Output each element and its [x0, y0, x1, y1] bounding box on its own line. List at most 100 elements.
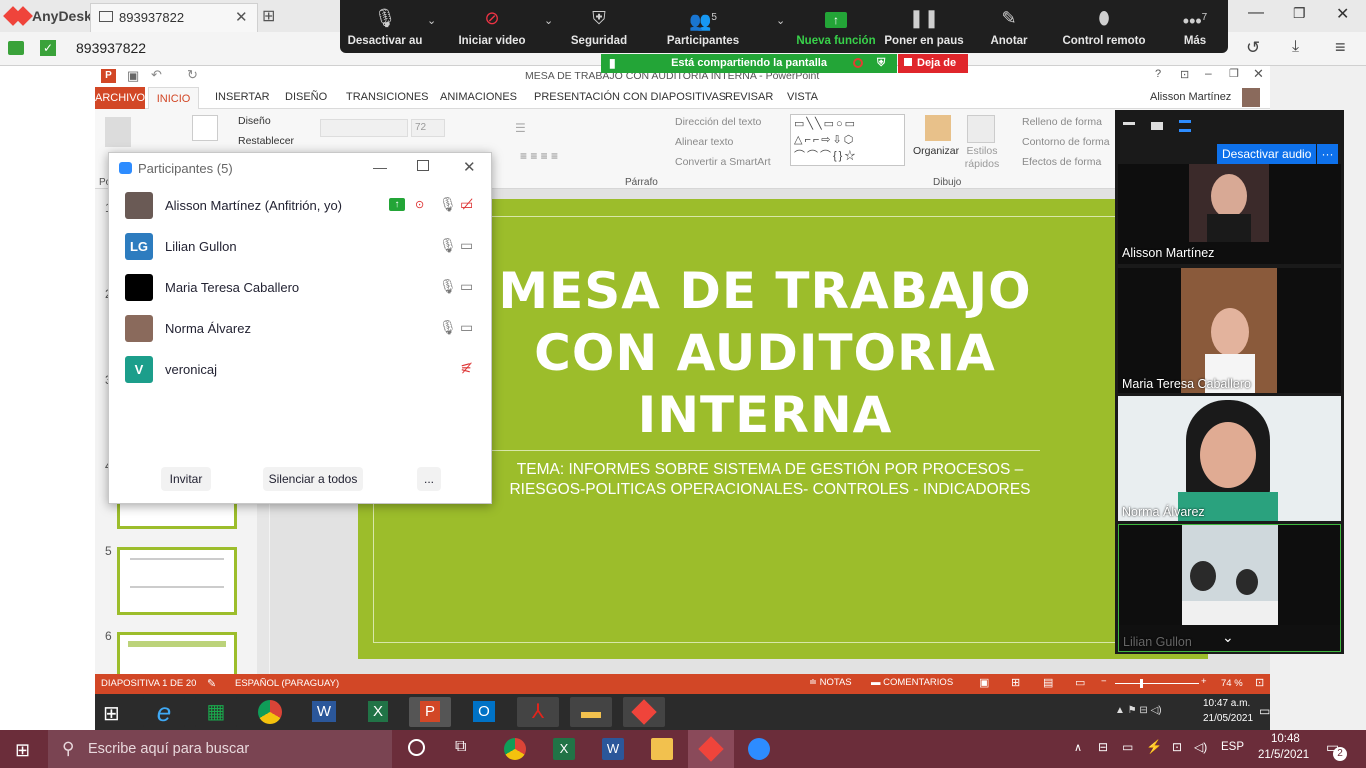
history-icon[interactable]: ↺	[1246, 38, 1260, 58]
bullets-icon[interactable]: ☰	[515, 121, 526, 135]
fit-slide-icon[interactable]: ⊡	[1255, 676, 1264, 689]
minimize-gallery-icon[interactable]	[1123, 122, 1135, 125]
new-share-button[interactable]: ↑ Nueva función	[794, 0, 878, 53]
word-icon[interactable]: W	[303, 697, 345, 727]
show-hidden-icons-icon[interactable]: ∧	[1074, 741, 1082, 754]
pause-share-button[interactable]: ❚❚ Poner en paus	[884, 0, 964, 53]
slide-subtitle[interactable]: TEMA: INFORMES SOBRE SISTEMA DE GESTIÓN …	[470, 460, 1070, 500]
ie-icon[interactable]: e	[143, 697, 185, 727]
windows-start-icon[interactable]: ⊞	[15, 740, 30, 761]
video-tile[interactable]: Maria Teresa Caballero	[1118, 268, 1341, 393]
invite-button[interactable]: Invitar	[161, 467, 211, 491]
arrange-button[interactable]: Organizar	[913, 145, 959, 157]
user-name[interactable]: Alisson Martínez	[1150, 91, 1231, 103]
clock-time[interactable]: 10:48	[1271, 733, 1300, 745]
close-tab-icon[interactable]: ✕	[235, 8, 248, 26]
pp-restore-icon[interactable]: ❐	[1229, 67, 1239, 80]
microphone-icon[interactable]: 🎙	[439, 196, 457, 213]
file-explorer-icon[interactable]: ▬	[570, 697, 612, 727]
ribbon-display-icon[interactable]: ⊡	[1180, 68, 1189, 81]
slide-thumbnail[interactable]	[117, 632, 237, 674]
participant-row[interactable]: Maria Teresa Caballero 🎙 ▭	[109, 267, 491, 308]
volume-icon[interactable]: ◁)	[1194, 740, 1207, 754]
task-view-icon[interactable]: ⧉	[455, 738, 466, 756]
battery-icon[interactable]: ▭	[1122, 740, 1133, 754]
excel-icon[interactable]: X	[357, 697, 399, 727]
participant-row[interactable]: V veronicaj ⚟̸	[109, 349, 491, 390]
menu-icon[interactable]: ≡	[1335, 37, 1346, 58]
slideshow-icon[interactable]: ▭	[1075, 676, 1085, 689]
cortana-icon[interactable]	[408, 739, 425, 756]
remote-notification-icon[interactable]: ▭	[1259, 704, 1270, 718]
pw-minimize-icon[interactable]: —	[373, 159, 387, 175]
tab-insertar[interactable]: INSERTAR	[215, 91, 270, 103]
tab-revisar[interactable]: REVISAR	[725, 91, 773, 103]
video-icon[interactable]: ▭	[460, 278, 473, 295]
pp-minimize-icon[interactable]: –	[1205, 66, 1212, 80]
tab-archivo[interactable]: ARCHIVO	[95, 87, 145, 109]
pw-maximize-icon[interactable]	[417, 160, 429, 171]
comments-button[interactable]: ▬ COMENTARIOS	[871, 677, 953, 688]
word-taskbar-icon[interactable]: W	[602, 738, 624, 760]
gallery-more-button[interactable]: ···	[1317, 144, 1338, 164]
zoom-level[interactable]: 74 %	[1221, 678, 1243, 689]
video-tile[interactable]: Alisson Martínez	[1118, 164, 1341, 264]
text-direction-button[interactable]: Dirección del texto	[675, 116, 761, 128]
tab-animaciones[interactable]: ANIMACIONES	[440, 91, 517, 103]
pw-close-icon[interactable]: ✕	[463, 158, 476, 176]
spellcheck-icon[interactable]: ✎	[207, 677, 216, 690]
font-name-field[interactable]	[320, 119, 408, 137]
start-video-button[interactable]: ⊘ Iniciar video	[452, 0, 532, 53]
powerpoint-taskbar-icon[interactable]: P	[409, 697, 451, 727]
security-button[interactable]: ⛨ Seguridad	[566, 0, 632, 53]
anydesk-session-tab[interactable]: 893937822 ✕	[90, 3, 258, 32]
tab-presentacion[interactable]: PRESENTACIÓN CON DIAPOSITIVAS	[534, 91, 726, 103]
mute-all-button[interactable]: Silenciar a todos	[263, 467, 363, 491]
participant-row[interactable]: Norma Álvarez 🎙 ▭	[109, 308, 491, 349]
participants-button[interactable]: 👥5 Participantes	[662, 0, 744, 53]
shape-effects-button[interactable]: Efectos de forma	[1022, 156, 1101, 168]
video-icon[interactable]: ▭	[460, 319, 473, 336]
remote-control-button[interactable]: ⬮ Control remoto	[1056, 0, 1152, 53]
outlook-icon[interactable]: O	[463, 697, 505, 727]
chrome-taskbar-icon[interactable]	[504, 738, 526, 760]
reading-view-icon[interactable]: ▤	[1043, 676, 1053, 689]
download-icon[interactable]: ⤓	[1292, 38, 1299, 56]
quick-styles-icon[interactable]	[967, 115, 995, 143]
annotate-button[interactable]: ✎ Anotar	[974, 0, 1044, 53]
tab-vista[interactable]: VISTA	[787, 91, 818, 103]
participants-options-chevron-icon[interactable]: ⌄	[776, 14, 785, 27]
minimize-icon[interactable]: —	[1248, 4, 1264, 22]
pdf-icon[interactable]: ⅄	[517, 697, 559, 727]
restore-icon[interactable]: ❐	[1293, 5, 1306, 22]
slide-thumbnail[interactable]	[117, 547, 237, 615]
align-icons[interactable]: ≡ ≡ ≡ ≡	[520, 149, 558, 163]
chevron-down-icon[interactable]: ⌄	[1222, 629, 1234, 646]
anydesk-taskbar-icon[interactable]	[623, 697, 665, 727]
video-tile[interactable]: Lilian Gullon ⌄	[1118, 524, 1341, 652]
participant-row[interactable]: LG Lilian Gullon 🎙 ▭	[109, 226, 491, 267]
help-icon[interactable]: ?	[1155, 68, 1161, 80]
chrome-icon[interactable]	[249, 697, 291, 727]
remote-start-icon[interactable]: ⊞	[103, 701, 120, 726]
excel-taskbar-icon[interactable]: X	[553, 738, 575, 760]
arrange-icon[interactable]	[925, 115, 951, 141]
zoom-in-icon[interactable]: +	[1201, 676, 1207, 687]
undo-icon[interactable]: ↶	[151, 67, 162, 83]
tab-inicio[interactable]: INICIO	[148, 87, 199, 110]
shape-outline-button[interactable]: Contorno de forma	[1022, 136, 1110, 148]
layout-button[interactable]: Diseño	[238, 115, 271, 127]
taskbar-search-box[interactable]: ⚲ Escribe aquí para buscar	[48, 730, 392, 768]
participant-row[interactable]: Alisson Martínez (Anfitrión, yo) ↑ ⊙ 🎙 ▭…	[109, 185, 491, 226]
language-indicator[interactable]: ESPAÑOL (PARAGUAY)	[235, 678, 339, 689]
speaker-view-icon[interactable]	[1151, 122, 1163, 130]
notes-button[interactable]: ≐ NOTAS	[809, 677, 852, 688]
video-icon[interactable]: ▭	[460, 237, 473, 254]
microphone-icon[interactable]: 🎙	[439, 319, 457, 336]
tray-device-icon[interactable]: ⊡	[1172, 740, 1182, 754]
tab-transiciones[interactable]: TRANSICIONES	[346, 91, 429, 103]
microphone-icon[interactable]: 🎙	[439, 278, 457, 295]
wifi-icon[interactable]: ⚡	[1146, 739, 1162, 755]
explorer-taskbar-icon[interactable]	[651, 738, 673, 760]
user-avatar[interactable]	[1242, 88, 1260, 107]
